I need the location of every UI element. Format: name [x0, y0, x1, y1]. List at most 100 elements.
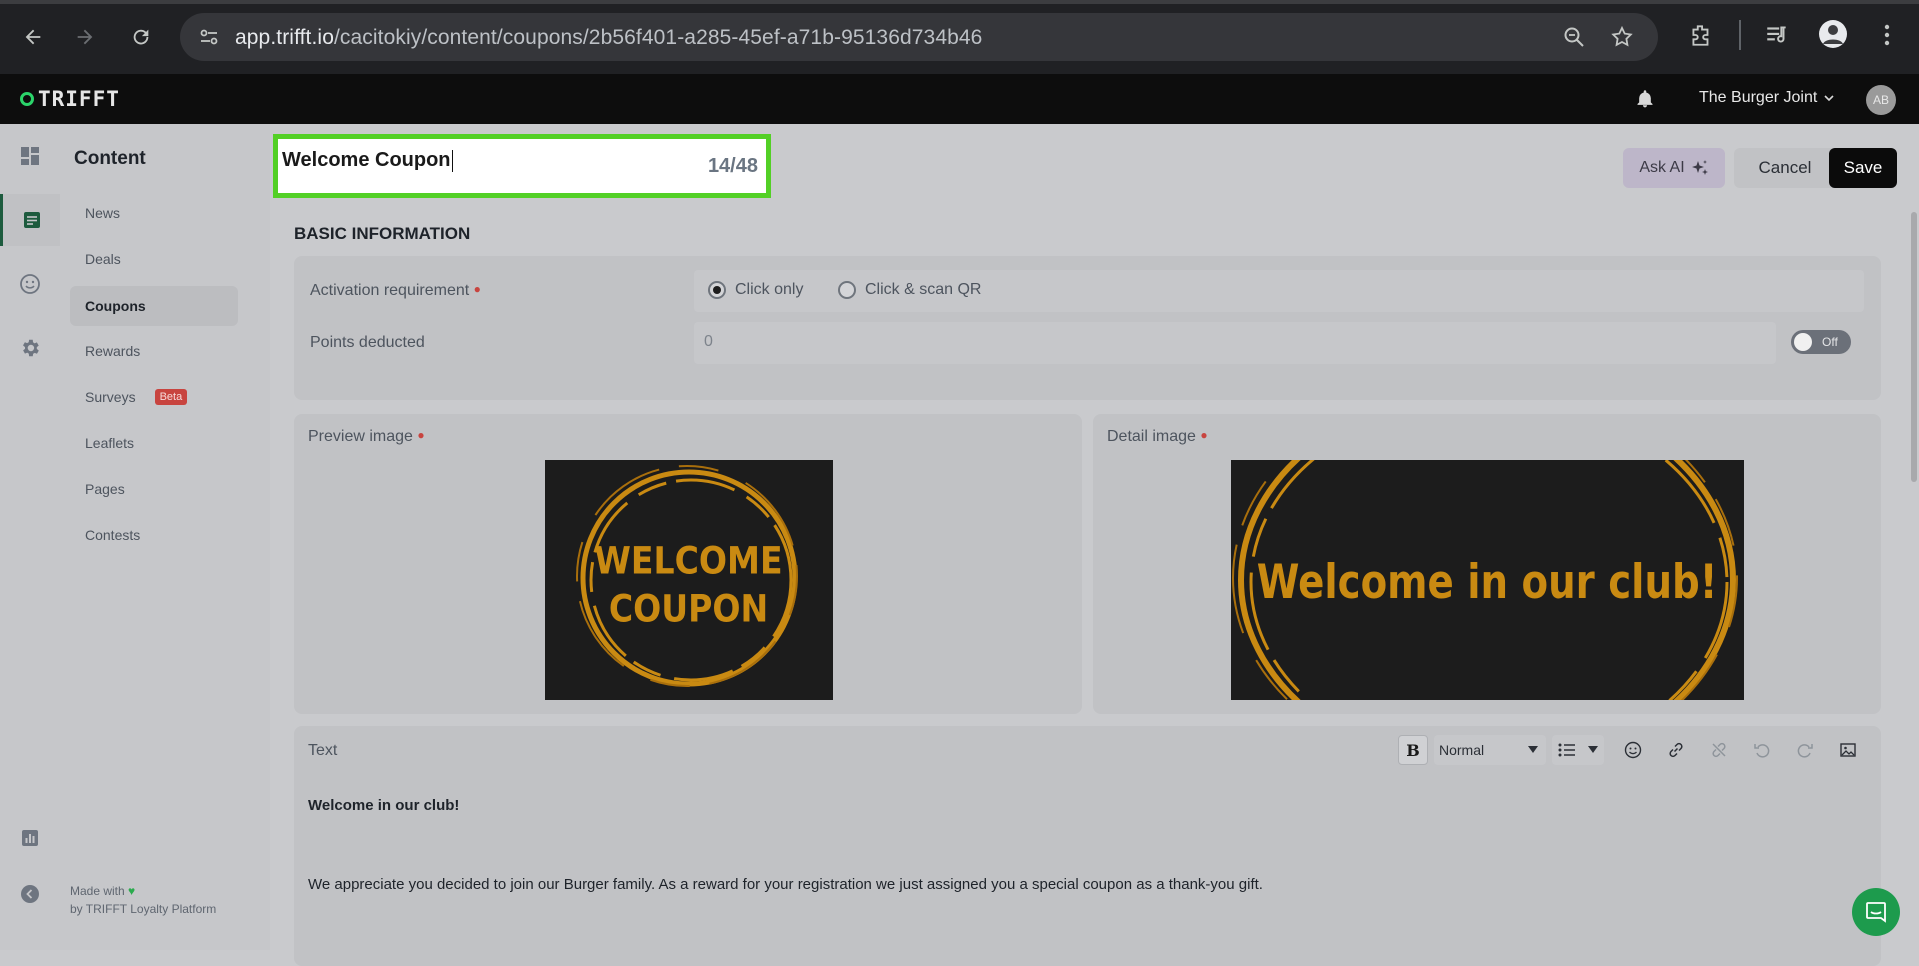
sidebar-item-rewards[interactable]: Rewards — [70, 331, 238, 371]
cancel-button[interactable]: Cancel — [1734, 148, 1836, 188]
unlink-button[interactable] — [1704, 735, 1734, 765]
media-control-icon[interactable] — [1764, 22, 1790, 53]
points-deducted-input[interactable]: 0 — [694, 322, 1776, 364]
rail-collapse-button[interactable] — [0, 868, 60, 920]
sidebar-item-news[interactable]: News — [70, 193, 238, 233]
extensions-icon[interactable] — [1688, 22, 1714, 53]
rail-dashboard[interactable] — [0, 130, 60, 182]
bullet-list-icon — [1558, 743, 1575, 757]
required-marker: ● — [417, 428, 425, 442]
ask-ai-label: Ask AI — [1639, 159, 1685, 176]
caret-down-icon — [1588, 746, 1598, 753]
link-icon — [1669, 742, 1683, 758]
rail-customers[interactable] — [0, 258, 60, 310]
profile-avatar-icon[interactable] — [1818, 19, 1848, 54]
support-chat-button[interactable] — [1852, 888, 1900, 936]
browser-chrome: app.trifft.io/cacitokiy/content/coupons/… — [0, 0, 1919, 74]
sidebar-item-coupons[interactable]: Coupons — [70, 286, 238, 326]
url-path: /cacitokiy/content/coupons/2b56f401-a285… — [333, 26, 983, 49]
redo-button[interactable] — [1790, 735, 1820, 765]
tenant-name: The Burger Joint — [1699, 89, 1818, 106]
welcome-club-image: Welcome in our club! — [1231, 460, 1744, 700]
ask-ai-button[interactable]: Ask AI — [1623, 148, 1725, 188]
radio-click-only[interactable]: Click only — [708, 281, 803, 299]
rail-settings[interactable] — [0, 322, 60, 374]
save-button[interactable]: Save — [1829, 148, 1897, 188]
rail-content[interactable] — [0, 194, 60, 246]
emoji-icon — [1624, 741, 1642, 759]
bookmark-star-icon[interactable] — [1610, 25, 1634, 54]
basic-information-card: Activation requirement ● Click only Clic… — [294, 256, 1881, 400]
sidebar-item-contests[interactable]: Contests — [70, 515, 238, 555]
logo-ring-icon — [20, 92, 34, 106]
user-avatar[interactable]: AB — [1866, 85, 1896, 115]
site-info-icon[interactable] — [197, 25, 221, 54]
unlink-icon — [1712, 742, 1726, 758]
insert-image-button[interactable] — [1833, 735, 1863, 765]
text-label: Text — [308, 742, 338, 759]
rich-text-toolbar: B Normal — [1398, 735, 1863, 765]
sidebar-item-label: Leaflets — [85, 435, 135, 451]
sidebar-item-label: Surveys — [85, 389, 136, 405]
sidebar-item-label: News — [85, 205, 121, 221]
radio-label: Click & scan QR — [865, 281, 982, 298]
bold-button[interactable]: B — [1398, 735, 1428, 765]
sidebar-item-label: Rewards — [85, 343, 141, 359]
undo-icon — [1754, 744, 1770, 758]
address-bar[interactable]: app.trifft.io/cacitokiy/content/coupons/… — [180, 13, 1658, 61]
zoom-icon[interactable] — [1562, 25, 1586, 54]
reload-button[interactable] — [126, 22, 156, 52]
page-scrollbar[interactable] — [1911, 212, 1917, 482]
sidebar-item-leaflets[interactable]: Leaflets — [70, 423, 238, 463]
notifications-bell-icon[interactable] — [1635, 89, 1655, 114]
tenant-selector[interactable]: The Burger Joint — [1699, 89, 1835, 107]
preview-image[interactable]: WELCOME COUPON — [545, 460, 833, 700]
list-select[interactable] — [1552, 735, 1604, 765]
detail-text: Welcome in our club! — [1257, 555, 1718, 610]
caret-down-icon — [1528, 746, 1538, 753]
points-toggle[interactable]: Off — [1791, 330, 1851, 354]
toggle-knob — [1794, 333, 1812, 351]
trifft-logo[interactable]: TRIFFT — [20, 87, 120, 111]
link-button[interactable] — [1661, 735, 1691, 765]
required-marker: ● — [473, 282, 481, 296]
undo-button[interactable] — [1747, 735, 1777, 765]
made-with-credit[interactable]: Made with ♥ by TRIFFT Loyalty Platform — [70, 882, 216, 918]
title-field[interactable]: Welcome Coupon 14/48 — [273, 134, 771, 198]
content-sidebar: Content News Deals Coupons Rewards Surve… — [60, 124, 270, 950]
text-caret — [451, 149, 453, 172]
image-icon — [1840, 743, 1856, 757]
activation-requirement-label: Activation requirement ● — [310, 282, 481, 300]
toggle-label: Off — [1822, 335, 1838, 349]
sidebar-item-deals[interactable]: Deals — [70, 239, 238, 279]
points-deducted-label: Points deducted — [310, 334, 425, 351]
emoji-button[interactable] — [1618, 735, 1648, 765]
tab-strip — [0, 0, 1919, 4]
detail-image[interactable]: Welcome in our club! — [1231, 460, 1744, 700]
back-button[interactable] — [18, 22, 48, 52]
title-input[interactable]: Welcome Coupon — [282, 149, 453, 172]
sidebar-item-label: Pages — [85, 481, 125, 497]
radio-click-scan-qr[interactable]: Click & scan QR — [838, 281, 981, 299]
required-marker: ● — [1200, 428, 1208, 442]
beta-badge: Beta — [154, 389, 188, 405]
forward-button[interactable] — [70, 22, 100, 52]
activation-radio-group: Click only Click & scan QR — [694, 270, 1864, 312]
sidebar-item-pages[interactable]: Pages — [70, 469, 238, 509]
collapse-chevron-icon — [21, 885, 39, 903]
app-header: TRIFFT The Burger Joint AB — [0, 74, 1919, 124]
format-select[interactable]: Normal — [1434, 735, 1546, 765]
sidebar-item-surveys[interactable]: Surveys Beta — [70, 377, 238, 417]
title-char-counter: 14/48 — [707, 155, 758, 177]
browser-menu-icon[interactable] — [1876, 22, 1898, 53]
chevron-down-icon — [1824, 95, 1834, 102]
chat-icon — [1866, 902, 1886, 923]
back-arrow-icon — [25, 29, 41, 45]
rail-analytics[interactable] — [0, 812, 60, 864]
sparkle-icon — [1691, 160, 1708, 175]
radio-unselected-icon — [838, 281, 856, 299]
preview-text-line-2: COUPON — [609, 588, 768, 632]
title-value: Welcome Coupon — [282, 149, 451, 171]
icon-rail — [0, 124, 60, 950]
gear-icon — [23, 339, 39, 357]
